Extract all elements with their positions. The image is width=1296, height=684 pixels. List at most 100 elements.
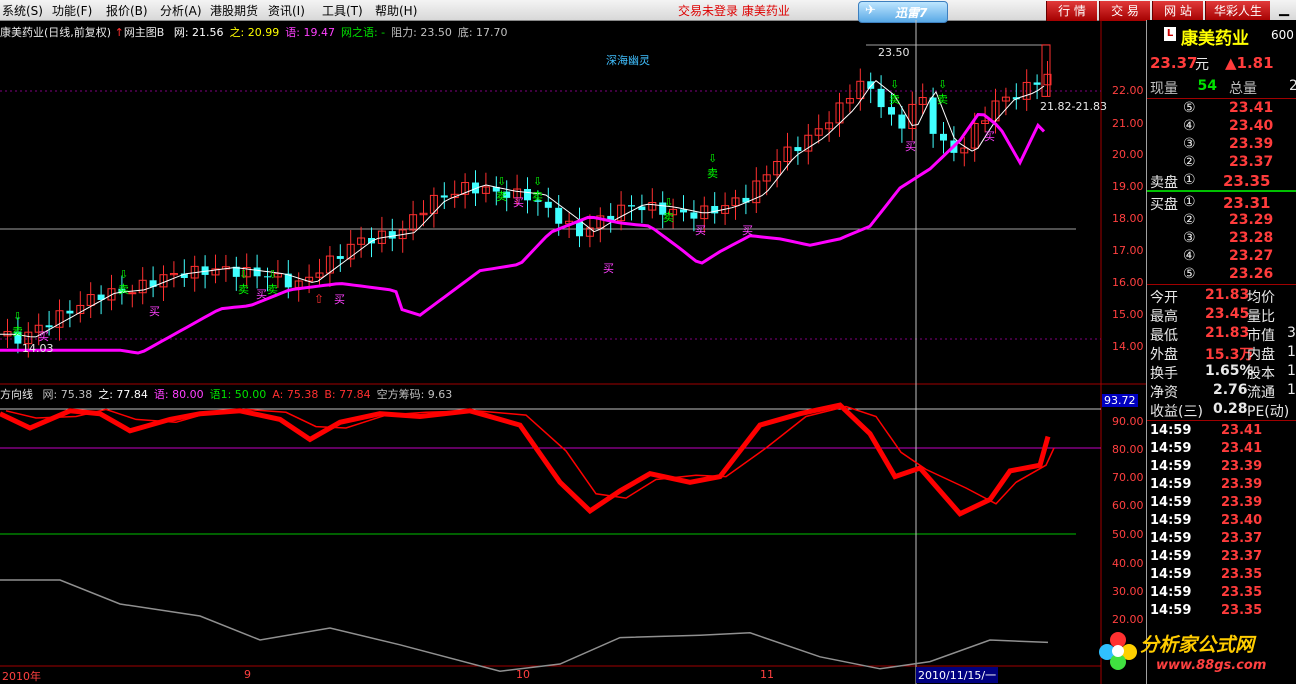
menu-system[interactable]: 系统(S)	[2, 2, 43, 19]
candle-body	[388, 231, 396, 239]
stat-value-2: 1	[1287, 382, 1296, 398]
tick-price: 23.41	[1221, 441, 1263, 456]
sub-y-tick: 80.00	[1112, 443, 1144, 456]
bid-row: ④ 23.27	[1147, 248, 1296, 266]
sell-arrow-icon: ⇩	[497, 175, 506, 188]
sub-item: 空方筹码: 9.63	[376, 388, 453, 401]
stat-value-2: 1	[1287, 363, 1296, 379]
sub-item: 语: 80.00	[153, 388, 204, 401]
bid-price: 23.27	[1229, 248, 1274, 264]
tab-market[interactable]: 行 情	[1046, 1, 1097, 21]
menu-quote[interactable]: 报价(B)	[106, 2, 148, 19]
stat-value-2: 39	[1287, 325, 1296, 341]
stat-label: 净资	[1150, 385, 1178, 401]
stat-label-2: 量比	[1247, 309, 1275, 325]
ask-index: ③	[1183, 136, 1196, 152]
stat-value: 2.76	[1213, 382, 1248, 398]
kline-chart-svg[interactable]: ⇩卖⇩卖⇩卖⇩卖⇩卖⇩卖 ⇩卖⇩卖⇩卖⇩卖买 买买买买买 买买买买⇧	[0, 20, 1146, 684]
x-tick: 2010年	[2, 670, 41, 683]
indicator-name[interactable]: 网主图B	[124, 26, 165, 39]
candle-body	[794, 147, 802, 152]
tab-trade[interactable]: 交 易	[1099, 1, 1150, 21]
sub-indicator-name[interactable]: 方向线	[0, 388, 33, 401]
sub-header: 方向线 网: 75.38 之: 77.84 语: 80.00 语1: 50.00 A: …	[0, 386, 452, 402]
y-tick: 17.00	[1112, 244, 1144, 257]
tab-life[interactable]: 华彩人生	[1205, 1, 1270, 21]
divider	[1147, 420, 1296, 421]
sell-label: 卖盘	[1150, 175, 1178, 191]
bid-index: ④	[1183, 248, 1196, 264]
candle-body	[1041, 44, 1051, 97]
stat-label-2: 股本	[1247, 366, 1275, 382]
x-tick: 9	[244, 668, 251, 681]
menu-function[interactable]: 功能(F)	[52, 2, 92, 19]
candle-body	[877, 88, 885, 108]
chart-area[interactable]: ⇩ 卖 ⇩ 卖 ⇩ 卖 ⇩ 卖 ⇩ 卖 ⇩ 卖 ⇩ 卖 ⇩ 卖 ⇩ 卖 ⇩ 卖买买买买买买买买买买 ⇧ 康美药业(日线,…	[0, 20, 1146, 684]
y-tick: 22.00	[1112, 84, 1144, 97]
ask-price: 23.37	[1229, 154, 1274, 170]
tick-time: 14:59	[1150, 567, 1192, 582]
menu-analysis[interactable]: 分析(A)	[160, 2, 202, 19]
bid-price: 23.31	[1223, 194, 1271, 212]
menu-info[interactable]: 资讯(I)	[268, 2, 305, 19]
stat-label-2: 市值	[1247, 328, 1275, 344]
candle-body	[544, 201, 552, 208]
sell-signal: 卖	[937, 93, 948, 106]
stat-label: 换手	[1150, 366, 1178, 382]
sell-signal: 卖	[118, 283, 129, 296]
stat-row: 最低 21.83市值 39	[1147, 325, 1296, 344]
tick-row: 14:59 23.41	[1147, 441, 1296, 459]
bid-price: 23.28	[1229, 230, 1274, 246]
tick-time: 14:59	[1150, 459, 1192, 474]
ask-row: ⑤ 23.41	[1147, 100, 1296, 118]
tick-price: 23.35	[1221, 585, 1263, 600]
menu-tools[interactable]: 工具(T)	[322, 2, 363, 19]
tick-time: 14:59	[1150, 549, 1192, 564]
sub-y-tick: 30.00	[1112, 585, 1144, 598]
candle-body	[440, 195, 448, 198]
menu-help[interactable]: 帮助(H)	[375, 2, 417, 19]
sell-arrow-icon: ⇩	[239, 268, 248, 281]
main-header: 康美药业(日线,前复权) ↑网主图B 网: 21.56 之: 20.99 语: 19…	[0, 24, 508, 40]
sell-signal: 卖	[496, 190, 507, 203]
menu-hk-futures[interactable]: 港股期货	[210, 2, 258, 19]
sell-arrow-icon: ⇩	[119, 268, 128, 281]
bid-index: ③	[1183, 230, 1196, 246]
menu-bar: 系统(S) 功能(F) 报价(B) 分析(A) 港股期货 资讯(I) 工具(T)…	[0, 0, 1296, 23]
tick-price: 23.37	[1221, 549, 1263, 564]
candle-body	[45, 325, 53, 328]
stock-code: 600	[1271, 28, 1294, 42]
candle-body	[555, 207, 563, 224]
annotation-label: 深海幽灵	[606, 54, 650, 67]
main-item: 之: 20.99	[229, 26, 280, 39]
tick-row: 14:59 23.40	[1147, 513, 1296, 531]
sub-item: B: 77.84	[324, 388, 371, 401]
ask-price: 23.39	[1229, 136, 1274, 152]
tab-website[interactable]: 网 站	[1152, 1, 1203, 21]
sell-signal: 卖	[238, 283, 249, 296]
sub-y-tick: 50.00	[1112, 528, 1144, 541]
y-tick: 18.00	[1112, 212, 1144, 225]
total-volume-label: 总量	[1229, 81, 1257, 97]
candle-body	[898, 114, 906, 129]
buy-signal: 买	[513, 196, 524, 209]
watermark-title: 分析家公式网	[1140, 634, 1255, 656]
stat-value: 0.28	[1213, 401, 1248, 417]
candle-body	[888, 107, 895, 115]
sub-top-value: 93.72	[1102, 394, 1138, 407]
current-range-label: 21.82-21.83	[1040, 100, 1107, 113]
sell-arrow-icon: ⇩	[13, 310, 22, 323]
tick-row: 14:59 23.35	[1147, 567, 1296, 585]
sub-y-tick: 60.00	[1112, 499, 1144, 512]
tick-time: 14:59	[1150, 495, 1192, 510]
main-item: 语: 19.47	[285, 26, 335, 39]
total-volume: 2	[1289, 78, 1296, 94]
up-arrow-icon: ↑	[114, 26, 124, 39]
minimize-icon[interactable]: ▁	[1274, 2, 1294, 18]
sell-arrow-icon: ⇩	[268, 268, 277, 281]
quote-panel: L 康美药业 600 23.37 元 ▲1.81 现量 54 总量 2 ⑤ 23.…	[1146, 20, 1296, 684]
stat-label: 收益(三)	[1150, 404, 1203, 420]
tick-time: 14:59	[1150, 477, 1192, 492]
y-tick: 21.00	[1112, 117, 1144, 130]
sell-signal: 卖	[707, 167, 718, 180]
